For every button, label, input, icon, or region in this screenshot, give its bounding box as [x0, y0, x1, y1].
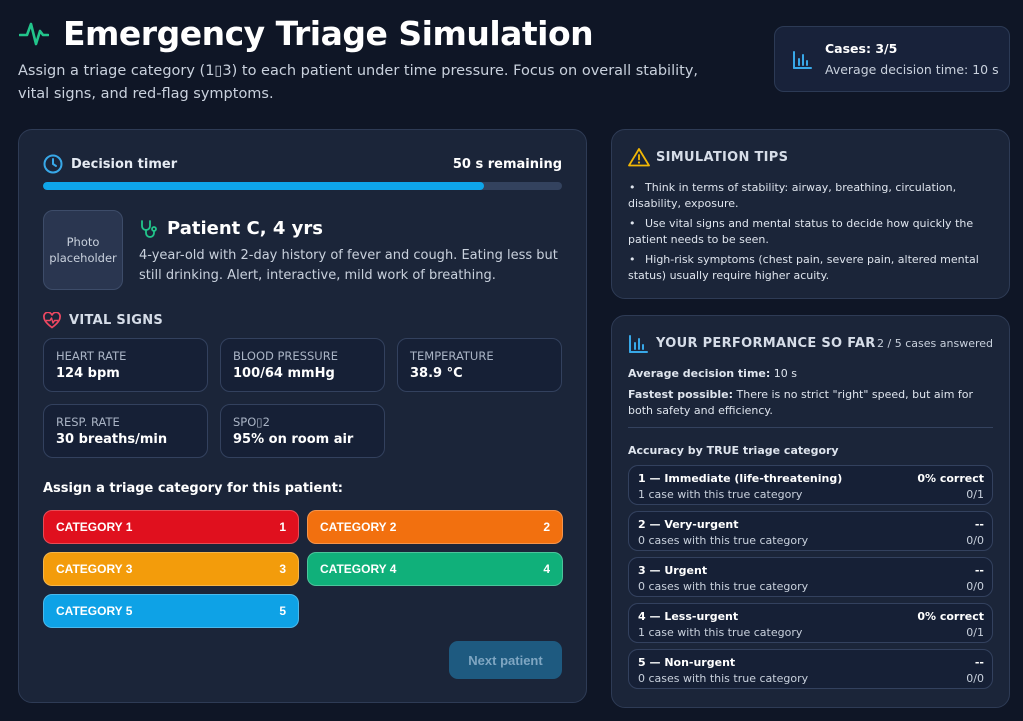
tips-title: SIMULATION TIPS: [656, 150, 789, 165]
timer-progress-fill: [43, 182, 485, 190]
category-5-button[interactable]: CATEGORY 5 5: [43, 594, 299, 628]
performance-title: YOUR PERFORMANCE SO FAR: [656, 336, 876, 351]
category-number: 2: [543, 520, 550, 534]
category-label: CATEGORY 5: [56, 604, 133, 618]
accuracy-row: 5 — Non-urgent -- 0 cases with this true…: [628, 649, 993, 689]
accuracy-percent: --: [974, 656, 984, 669]
accuracy-category-name: 3 — Urgent: [638, 564, 708, 577]
stethoscope-icon: [141, 220, 157, 238]
accuracy-row: 4 — Less-urgent 0% correct 1 case with t…: [628, 603, 993, 643]
accuracy-row: 2 — Very-urgent -- 0 cases with this tru…: [628, 511, 993, 551]
vital-value: 30 breaths/min: [56, 432, 168, 447]
page-title: Emergency Triage Simulation: [63, 14, 594, 53]
accuracy-row: 1 — Immediate (life-threatening) 0% corr…: [628, 465, 993, 505]
patient-description: 4-year-old with 2-day history of fever a…: [139, 248, 558, 283]
vital-resp-rate: RESP. RATE 30 breaths/min: [43, 404, 208, 458]
vital-label: HEART RATE: [56, 349, 127, 363]
patient-name: Patient C, 4 yrs: [167, 218, 323, 239]
vital-label: TEMPERATURE: [410, 349, 494, 363]
vital-label: SPO▯2: [233, 415, 270, 429]
accuracy-case-count: 0 cases with this true category: [638, 534, 809, 547]
vital-value: 38.9 °C: [410, 366, 463, 381]
performance-avg-time: Average decision time: 10 s: [628, 367, 798, 380]
accuracy-title: Accuracy by TRUE triage category: [628, 444, 839, 457]
accuracy-fraction: 0/0: [966, 580, 984, 593]
category-label: CATEGORY 2: [320, 520, 397, 534]
performance-panel: YOUR PERFORMANCE SO FAR 2 / 5 cases answ…: [611, 315, 1010, 708]
category-2-button[interactable]: CATEGORY 2 2: [307, 510, 563, 544]
clock-icon: [43, 154, 63, 174]
category-4-button[interactable]: CATEGORY 4 4: [307, 552, 563, 586]
accuracy-row: 3 — Urgent -- 0 cases with this true cat…: [628, 557, 993, 597]
vital-value: 100/64 mmHg: [233, 366, 335, 381]
simulation-tips-panel: SIMULATION TIPS • Think in terms of stabi…: [611, 129, 1010, 299]
accuracy-fraction: 0/0: [966, 534, 984, 547]
category-label: CATEGORY 1: [56, 520, 133, 534]
avg-decision-time: Average decision time: 10 s: [825, 62, 999, 77]
accuracy-fraction: 0/1: [966, 626, 984, 639]
vital-label: RESP. RATE: [56, 415, 120, 429]
patient-photo-placeholder: Photo placeholder: [43, 210, 123, 290]
tip-item: • Think in terms of stability: airway, br…: [628, 181, 957, 210]
category-3-button[interactable]: CATEGORY 3 3: [43, 552, 299, 586]
next-patient-button[interactable]: Next patient: [449, 641, 562, 679]
category-number: 3: [279, 562, 286, 576]
cases-count: Cases: 3/5: [825, 41, 898, 56]
tip-item: • High-risk symptoms (chest pain, severe …: [628, 253, 979, 282]
category-label: CATEGORY 4: [320, 562, 397, 576]
vital-temperature: TEMPERATURE 38.9 °C: [397, 338, 562, 392]
accuracy-percent: --: [974, 518, 984, 531]
category-label: CATEGORY 3: [56, 562, 133, 576]
patient-panel: Decision timer 50 s remaining Photo plac…: [18, 129, 587, 703]
accuracy-category-name: 4 — Less-urgent: [638, 610, 739, 623]
category-number: 5: [279, 604, 286, 618]
vital-value: 95% on room air: [233, 432, 354, 447]
vital-signs-title: VITAL SIGNS: [69, 313, 164, 328]
bar-chart-icon: [793, 51, 812, 69]
vital-value: 124 bpm: [56, 366, 120, 381]
performance-fastest-note: Fastest possible: There is no strict "ri…: [628, 388, 974, 417]
assign-category-label: Assign a triage category for this patien…: [43, 481, 343, 496]
pulse-icon: [19, 22, 49, 46]
category-number: 1: [279, 520, 286, 534]
category-number: 4: [543, 562, 550, 576]
accuracy-case-count: 0 cases with this true category: [638, 672, 809, 685]
vital-spo2: SPO▯2 95% on room air: [220, 404, 385, 458]
bar-chart-icon: [629, 335, 648, 353]
tip-item: • Use vital signs and mental status to de…: [628, 217, 974, 246]
warning-icon: [628, 148, 650, 167]
accuracy-percent: 0% correct: [917, 472, 984, 485]
vital-blood-pressure: BLOOD PRESSURE 100/64 mmHg: [220, 338, 385, 392]
accuracy-percent: 0% correct: [917, 610, 984, 623]
timer-label: Decision timer: [71, 157, 178, 172]
tips-list: • Think in terms of stability: airway, br…: [628, 180, 998, 288]
accuracy-case-count: 0 cases with this true category: [638, 580, 809, 593]
page-subtitle: Assign a triage category (1▯3) to each p…: [18, 63, 699, 102]
vital-label: BLOOD PRESSURE: [233, 349, 338, 363]
divider: [628, 427, 993, 428]
heart-pulse-icon: [43, 312, 61, 329]
category-1-button[interactable]: CATEGORY 1 1: [43, 510, 299, 544]
vital-heart-rate: HEART RATE 124 bpm: [43, 338, 208, 392]
accuracy-case-count: 1 case with this true category: [638, 488, 803, 501]
accuracy-category-name: 5 — Non-urgent: [638, 656, 736, 669]
timer-remaining: 50 s remaining: [452, 157, 562, 172]
accuracy-case-count: 1 case with this true category: [638, 626, 803, 639]
cases-answered: 2 / 5 cases answered: [877, 337, 993, 350]
accuracy-percent: --: [974, 564, 984, 577]
accuracy-fraction: 0/1: [966, 488, 984, 501]
accuracy-category-name: 1 — Immediate (life-threatening): [638, 472, 843, 485]
accuracy-category-name: 2 — Very-urgent: [638, 518, 739, 531]
timer-progress-bar: [43, 182, 562, 190]
accuracy-fraction: 0/0: [966, 672, 984, 685]
session-stats-card: Cases: 3/5 Average decision time: 10 s: [774, 26, 1010, 92]
